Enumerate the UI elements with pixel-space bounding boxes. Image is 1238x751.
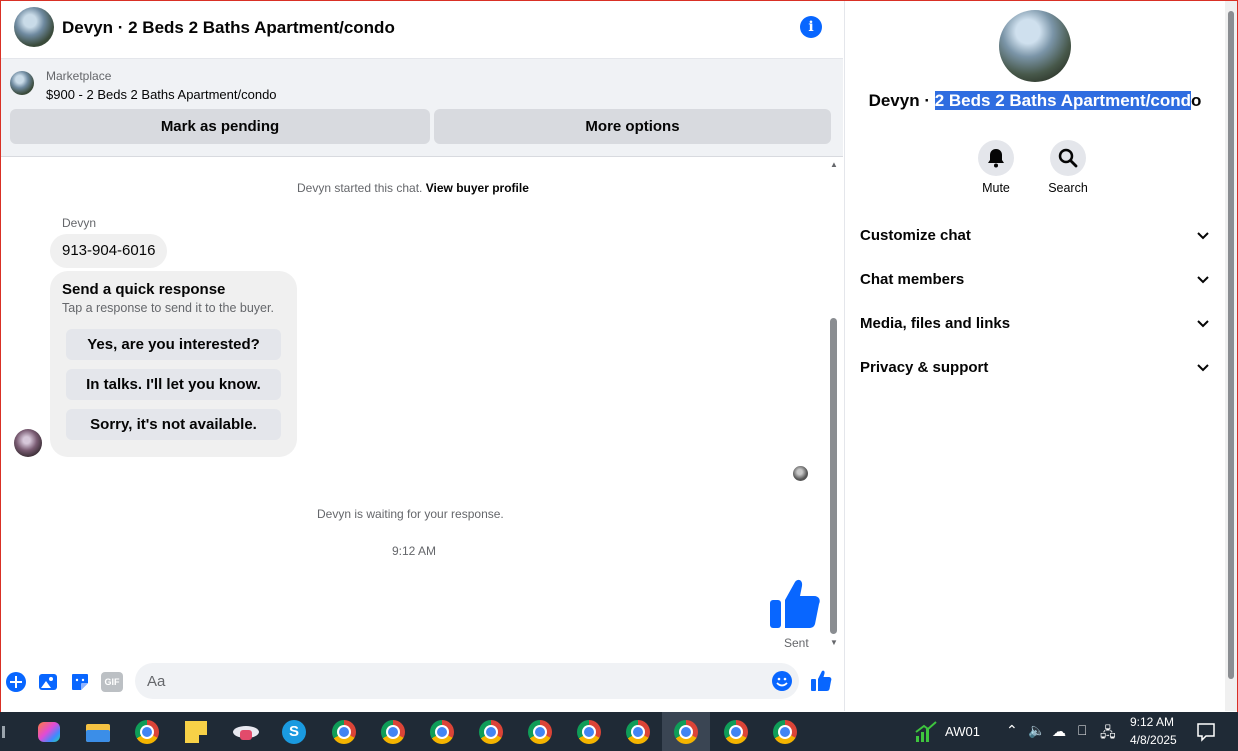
section-customize-chat[interactable]: Customize chat — [860, 221, 1210, 251]
gif-icon[interactable]: GIF — [101, 672, 123, 692]
listing-price-title[interactable]: $900 - 2 Beds 2 Baths Apartment/condo — [46, 87, 277, 102]
section-label: Media, files and links — [860, 315, 1011, 332]
thumbs-up-icon[interactable] — [810, 670, 832, 692]
network-icon[interactable]: 🖧 — [1100, 722, 1116, 746]
profile-name-suffix: o — [1191, 91, 1202, 110]
chevron-down-icon — [1197, 364, 1209, 372]
scroll-up-arrow-icon[interactable]: ▲ — [830, 160, 838, 169]
chat-info-panel: Devyn · 2 Beds 2 Baths Apartment/condo M… — [844, 1, 1224, 711]
chrome-profile-window-icon[interactable] — [575, 718, 603, 746]
skype-icon[interactable]: S — [281, 718, 309, 746]
section-chat-members[interactable]: Chat members — [860, 265, 1210, 295]
snipping-tool-icon[interactable] — [232, 718, 260, 746]
plus-circle-icon[interactable] — [5, 671, 27, 693]
bell-icon[interactable] — [978, 140, 1014, 176]
profile-name-prefix: Devyn · — [868, 91, 935, 110]
listing-category: Marketplace — [46, 69, 112, 83]
listing-thumbnail[interactable] — [10, 71, 34, 95]
quick-response-title: Send a quick response — [62, 281, 226, 298]
thumbs-up-sticker-icon[interactable] — [767, 578, 821, 630]
section-privacy-support[interactable]: Privacy & support — [860, 353, 1210, 383]
file-explorer-icon[interactable] — [85, 718, 113, 746]
chat-header: Devyn · 2 Beds 2 Baths Apartment/condo i — [1, 1, 843, 59]
message-input[interactable] — [135, 663, 735, 699]
message-bubble[interactable]: 913-904-6016 — [50, 234, 168, 268]
message-list: Devyn started this chat. View buyer prof… — [1, 158, 843, 653]
quick-response-card: Send a quick response Tap a response to … — [50, 271, 297, 457]
volume-icon[interactable]: 🔈 — [1028, 722, 1045, 739]
chrome-profile-window-icon[interactable] — [771, 718, 799, 746]
show-hidden-icons-chevron-icon[interactable]: ⌃ — [1006, 722, 1018, 739]
chrome-profile-window-icon[interactable] — [477, 718, 505, 746]
contact-avatar[interactable] — [14, 7, 54, 47]
message-composer: GIF — [1, 657, 843, 707]
clock-date[interactable]: 4/8/2025 — [1130, 733, 1177, 747]
search-label: Search — [1048, 181, 1088, 195]
profile-name-selected-text: 2 Beds 2 Baths Apartment/cond — [934, 91, 1192, 110]
copilot-app-icon[interactable] — [36, 718, 64, 746]
chrome-profile-window-icon[interactable] — [624, 718, 652, 746]
chevron-down-icon — [1197, 320, 1209, 328]
seen-receipt-avatar — [793, 466, 808, 481]
sticky-notes-icon[interactable] — [183, 718, 211, 746]
chrome-profile-window-icon[interactable] — [428, 718, 456, 746]
quick-response-button-in-talks[interactable]: In talks. I'll let you know. — [66, 369, 281, 400]
mute-button[interactable]: Mute — [961, 140, 1031, 195]
chevron-down-icon — [1197, 232, 1209, 240]
chat-started-text: Devyn started this chat. — [297, 181, 423, 195]
info-icon[interactable]: i — [800, 16, 822, 38]
quick-response-button-interested[interactable]: Yes, are you interested? — [66, 329, 281, 360]
listing-banner: Marketplace $900 - 2 Beds 2 Baths Apartm… — [1, 59, 843, 157]
photo-gallery-icon[interactable] — [37, 671, 59, 693]
scrollbar-thumb[interactable] — [830, 318, 837, 634]
section-label: Privacy & support — [860, 359, 989, 376]
sticker-icon[interactable] — [69, 671, 91, 693]
notification-center-icon[interactable] — [1196, 722, 1216, 742]
profile-name[interactable]: Devyn · 2 Beds 2 Baths Apartment/condo — [845, 91, 1225, 111]
emoji-icon[interactable] — [771, 670, 793, 692]
scroll-down-arrow-icon[interactable]: ▼ — [830, 638, 838, 647]
view-buyer-profile-link[interactable]: View buyer profile — [426, 181, 529, 195]
chrome-profile-window-icon[interactable] — [526, 718, 554, 746]
panel-scrollbar[interactable] — [1225, 1, 1237, 711]
taskbar-edge-handle — [2, 726, 5, 738]
sender-avatar[interactable] — [14, 429, 42, 457]
quick-response-button-not-available[interactable]: Sorry, it's not available. — [66, 409, 281, 440]
section-label: Chat members — [860, 271, 965, 288]
chat-title[interactable]: Devyn · 2 Beds 2 Baths Apartment/condo — [62, 18, 395, 38]
chat-scrollbar[interactable]: ▲ ▼ — [827, 158, 841, 651]
chat-started-notice: Devyn started this chat. View buyer prof… — [297, 181, 529, 195]
tray-app-label[interactable]: AW01 — [945, 724, 980, 739]
chat-pane: Devyn · 2 Beds 2 Baths Apartment/condo i… — [1, 1, 843, 711]
panel-scrollbar-thumb[interactable] — [1228, 11, 1234, 679]
waiting-notice: Devyn is waiting for your response. — [317, 507, 504, 521]
meet-now-icon[interactable]: ⎕ — [1078, 722, 1086, 739]
stock-chart-icon[interactable] — [914, 720, 938, 744]
chrome-profile-window-icon[interactable] — [330, 718, 358, 746]
chrome-app-icon[interactable] — [133, 718, 161, 746]
section-media-files-links[interactable]: Media, files and links — [860, 309, 1210, 339]
sent-status: Sent — [784, 636, 809, 650]
chrome-active-window-icon[interactable] — [662, 712, 710, 751]
mute-label: Mute — [982, 181, 1010, 195]
chrome-profile-window-icon[interactable] — [722, 718, 750, 746]
search-button[interactable]: Search — [1033, 140, 1103, 195]
more-options-button[interactable]: More options — [434, 109, 831, 144]
mark-as-pending-button[interactable]: Mark as pending — [10, 109, 430, 144]
sender-name: Devyn — [62, 216, 97, 230]
chrome-profile-window-icon[interactable] — [379, 718, 407, 746]
onedrive-cloud-icon[interactable]: ☁ — [1052, 723, 1066, 740]
clock-time[interactable]: 9:12 AM — [1130, 715, 1174, 729]
section-label: Customize chat — [860, 227, 971, 244]
windows-taskbar: S AW01 ⌃ 🔈 ☁ ⎕ 🖧 9:12 AM 4/8/2025 — [0, 712, 1238, 751]
profile-avatar[interactable] — [999, 10, 1071, 82]
message-input-box[interactable] — [135, 663, 799, 699]
quick-response-subtitle: Tap a response to send it to the buyer. — [62, 301, 274, 315]
search-icon[interactable] — [1050, 140, 1086, 176]
chevron-down-icon — [1197, 276, 1209, 284]
message-timestamp: 9:12 AM — [392, 544, 437, 558]
